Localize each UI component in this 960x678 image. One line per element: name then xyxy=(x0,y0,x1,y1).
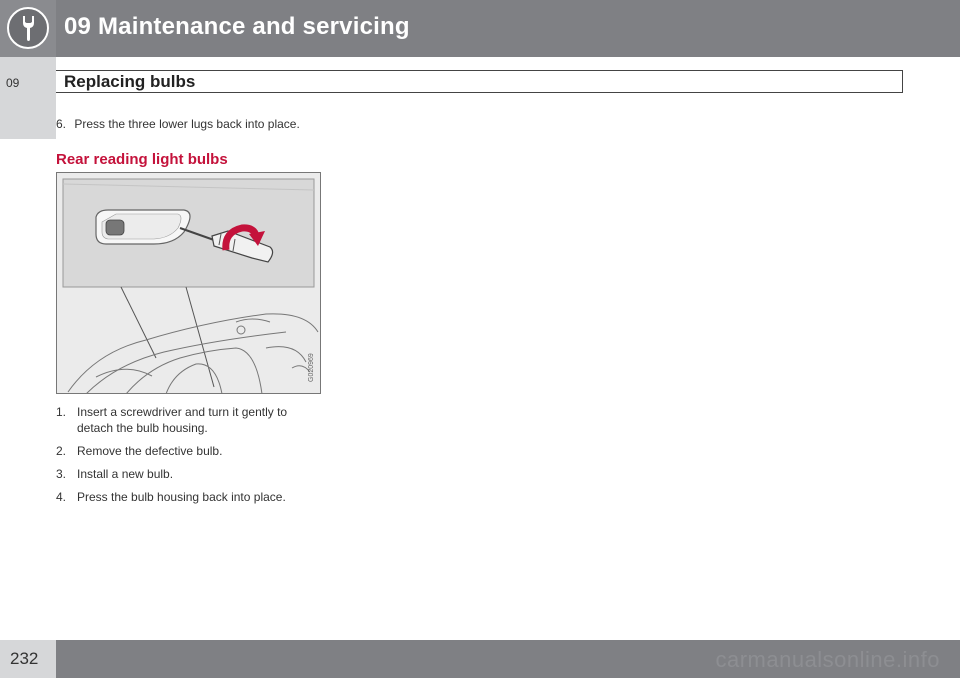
chapter-title: 09 Maintenance and servicing xyxy=(64,13,410,40)
section-title-box: Replacing bulbs xyxy=(56,70,903,93)
list-item: 4. Press the bulb housing back into plac… xyxy=(56,489,326,505)
list-item: 3. Install a new bulb. xyxy=(56,466,326,482)
section-title: Replacing bulbs xyxy=(64,72,196,91)
chapter-logo-tab xyxy=(0,0,56,57)
step-text: Remove the defective bulb. xyxy=(77,444,223,458)
step-text: Press the bulb housing back into place. xyxy=(77,490,286,504)
chapter-number: 09 xyxy=(6,76,20,90)
figure-code: G020969 xyxy=(308,353,315,382)
step-text: Insert a screwdriver and turn it gently … xyxy=(77,405,288,435)
lamp-housing xyxy=(95,209,191,245)
rear-reading-light-illustration: G020969 xyxy=(56,172,321,394)
subheading-rear-reading-light: Rear reading light bulbs xyxy=(56,151,228,168)
step-6-text: Press the three lower lugs back into pla… xyxy=(74,117,300,131)
step-6: 6. Press the three lower lugs back into … xyxy=(56,117,300,131)
list-item: 1. Insert a screwdriver and turn it gent… xyxy=(56,404,326,436)
step-number: 1. xyxy=(56,405,67,419)
step-text: Install a new bulb. xyxy=(77,467,174,481)
bulb-replacement-steps: 1. Insert a screwdriver and turn it gent… xyxy=(56,404,326,512)
step-number: 3. xyxy=(56,467,67,481)
chapter-side-tab xyxy=(0,57,56,139)
watermark: carmanualsonline.info xyxy=(715,647,940,672)
step-number: 4. xyxy=(56,490,67,504)
step-6-number: 6. xyxy=(56,117,67,131)
list-item: 2. Remove the defective bulb. xyxy=(56,443,326,459)
step-number: 2. xyxy=(56,444,67,458)
page-number: 232 xyxy=(10,649,39,668)
wrench-icon xyxy=(7,7,49,49)
